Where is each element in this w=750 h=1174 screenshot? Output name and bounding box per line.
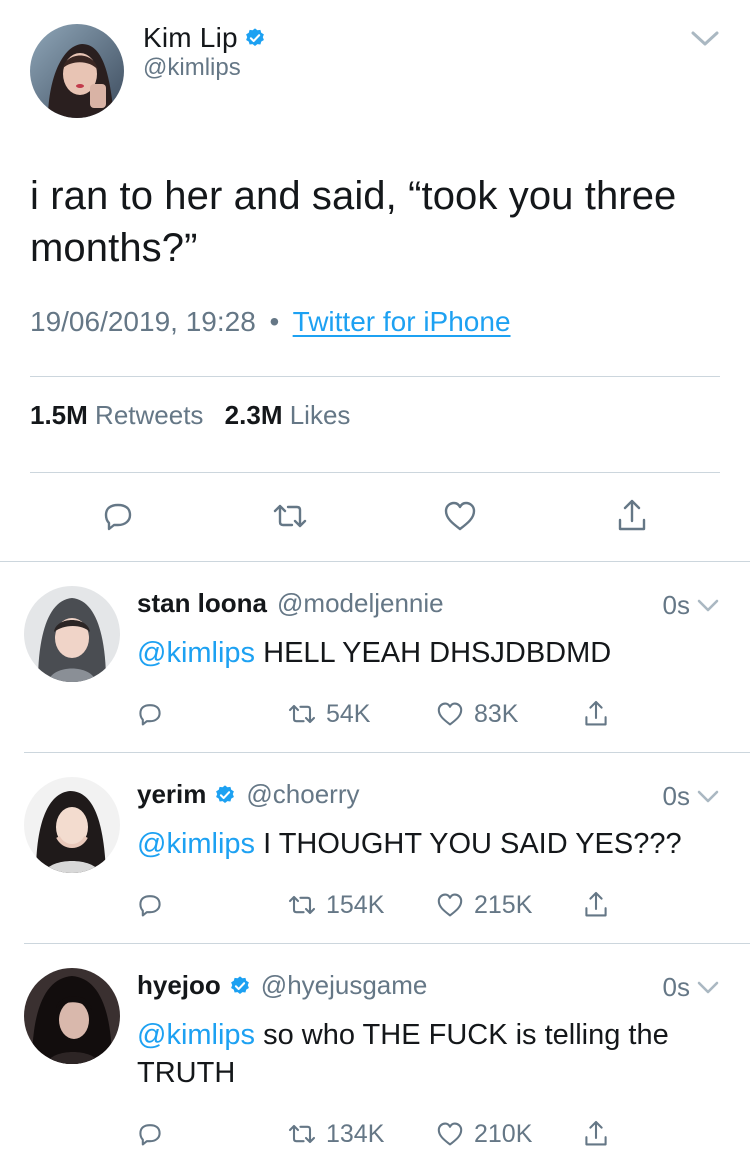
retweet-icon bbox=[288, 704, 316, 724]
author-handle[interactable]: @kimlips bbox=[143, 54, 241, 82]
avatar[interactable] bbox=[30, 24, 124, 118]
retweet-button[interactable]: 154K bbox=[286, 889, 384, 921]
chevron-down-icon[interactable] bbox=[696, 788, 720, 806]
meta-separator: • bbox=[269, 306, 280, 337]
likes-count[interactable]: 2.3M bbox=[225, 400, 283, 430]
like-button[interactable]: 215K bbox=[434, 889, 532, 921]
retweet-count: 154K bbox=[326, 890, 385, 919]
reply-body: HELL YEAH DHSJDBDMD bbox=[263, 637, 612, 669]
reply-author-name[interactable]: stan loona bbox=[137, 588, 267, 619]
tweet-stats: 1.5M Retweets 2.3M Likes bbox=[30, 400, 364, 431]
retweet-icon[interactable] bbox=[270, 496, 310, 536]
reply-actions: 54K 83K bbox=[0, 698, 750, 732]
share-icon[interactable] bbox=[612, 496, 652, 536]
retweet-icon bbox=[288, 1124, 316, 1144]
likes-label[interactable]: Likes bbox=[290, 400, 351, 430]
divider bbox=[30, 472, 720, 473]
share-icon[interactable] bbox=[580, 698, 612, 730]
mention-link[interactable]: @kimlips bbox=[137, 828, 255, 860]
like-count: 210K bbox=[474, 1119, 533, 1148]
avatar[interactable] bbox=[24, 968, 120, 1064]
tweet-text: i ran to her and said, “took you three m… bbox=[30, 174, 677, 270]
author-name-text[interactable]: Kim Lip bbox=[143, 22, 238, 54]
reply-icon[interactable] bbox=[134, 889, 166, 921]
reply-tweet[interactable]: stan loona @modeljennie 0s @kimlips HELL… bbox=[0, 562, 750, 752]
mention-link[interactable]: @kimlips bbox=[137, 637, 255, 669]
tweet-meta: 19/06/2019, 19:28 • Twitter for iPhone bbox=[30, 306, 511, 338]
heart-icon bbox=[437, 1122, 463, 1146]
reply-icon[interactable] bbox=[134, 698, 166, 730]
reply-author-handle[interactable]: @choerry bbox=[246, 779, 359, 810]
reply-header: hyejoo @hyejusgame bbox=[137, 970, 427, 1001]
heart-icon bbox=[437, 702, 463, 726]
retweets-label[interactable]: Retweets bbox=[95, 400, 203, 430]
retweet-button[interactable]: 134K bbox=[286, 1118, 384, 1150]
reply-header: stan loona @modeljennie bbox=[137, 588, 444, 619]
reply-time: 0s bbox=[663, 972, 720, 1003]
retweet-icon bbox=[288, 895, 316, 915]
timestamp: 19/06/2019, 19:28 bbox=[30, 306, 256, 337]
chevron-down-icon[interactable] bbox=[690, 28, 720, 50]
source-link[interactable]: Twitter for iPhone bbox=[293, 306, 511, 337]
verified-badge-icon bbox=[229, 975, 251, 997]
reply-author-handle[interactable]: @hyejusgame bbox=[261, 970, 428, 1001]
reply-timestamp: 0s bbox=[662, 972, 690, 1002]
retweet-count: 54K bbox=[326, 699, 371, 728]
like-count: 83K bbox=[474, 699, 519, 728]
retweet-button[interactable]: 54K bbox=[286, 698, 370, 730]
share-icon[interactable] bbox=[580, 889, 612, 921]
mention-link[interactable]: @kimlips bbox=[137, 1019, 255, 1051]
tweet-actions bbox=[0, 496, 750, 540]
reply-actions: 154K 215K bbox=[0, 889, 750, 923]
retweet-count: 134K bbox=[326, 1119, 385, 1148]
divider bbox=[30, 376, 720, 377]
reply-time: 0s bbox=[663, 590, 720, 621]
reply-text: @kimlips I THOUGHT YOU SAID YES??? bbox=[137, 825, 727, 863]
reply-time: 0s bbox=[663, 781, 720, 812]
reply-tweet[interactable]: hyejoo @hyejusgame 0s @kimlips so who TH… bbox=[0, 944, 750, 1174]
heart-icon bbox=[437, 893, 463, 917]
reply-timestamp: 0s bbox=[662, 590, 690, 620]
reply-author-name[interactable]: yerim bbox=[137, 779, 206, 810]
reply-actions: 134K 210K bbox=[0, 1118, 750, 1152]
author-name[interactable]: Kim Lip bbox=[143, 22, 266, 54]
verified-badge-icon bbox=[244, 27, 266, 49]
avatar[interactable] bbox=[24, 777, 120, 873]
retweets-count[interactable]: 1.5M bbox=[30, 400, 88, 430]
like-count: 215K bbox=[474, 890, 533, 919]
reply-tweet[interactable]: yerim @choerry 0s @kimlips I THOUGHT YOU… bbox=[0, 753, 750, 943]
reply-body: I THOUGHT YOU SAID YES??? bbox=[263, 828, 682, 860]
reply-text: @kimlips HELL YEAH DHSJDBDMD bbox=[137, 634, 727, 672]
main-tweet: Kim Lip @kimlips i ran to her and said, … bbox=[0, 0, 750, 562]
chevron-down-icon[interactable] bbox=[696, 979, 720, 997]
reply-icon[interactable] bbox=[98, 496, 138, 536]
reply-text: @kimlips so who THE FUCK is telling the … bbox=[137, 1016, 727, 1092]
reply-icon[interactable] bbox=[134, 1118, 166, 1150]
share-icon[interactable] bbox=[580, 1118, 612, 1150]
verified-badge-icon bbox=[214, 784, 236, 806]
reply-header: yerim @choerry bbox=[137, 779, 359, 810]
heart-icon[interactable] bbox=[440, 496, 480, 536]
chevron-down-icon[interactable] bbox=[696, 597, 720, 615]
like-button[interactable]: 210K bbox=[434, 1118, 532, 1150]
like-button[interactable]: 83K bbox=[434, 698, 518, 730]
reply-timestamp: 0s bbox=[662, 781, 690, 811]
avatar[interactable] bbox=[24, 586, 120, 682]
reply-author-name[interactable]: hyejoo bbox=[137, 970, 221, 1001]
reply-author-handle[interactable]: @modeljennie bbox=[277, 588, 444, 619]
